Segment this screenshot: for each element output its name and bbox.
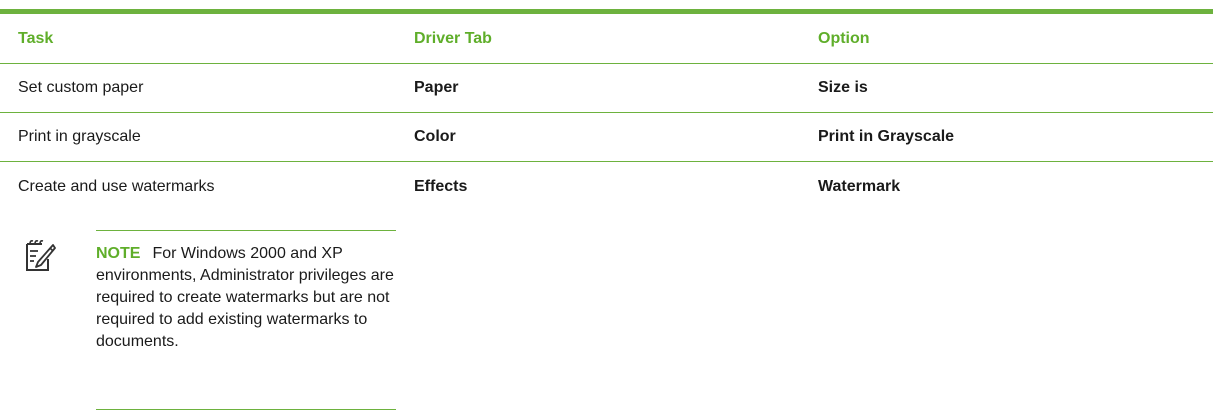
cell-option: Size is — [818, 79, 868, 96]
note-body: For Windows 2000 and XP environments, Ad… — [96, 245, 394, 350]
table-row: Print in grayscale Color Print in Graysc… — [0, 113, 1213, 162]
note-box: NOTE For Windows 2000 and XP environments… — [96, 230, 396, 410]
note-callout: NOTE For Windows 2000 and XP environments… — [24, 230, 414, 410]
header-task: Task — [18, 29, 54, 47]
cell-driver-tab: Paper — [414, 79, 459, 96]
note-text: NOTE For Windows 2000 and XP environments… — [96, 243, 396, 353]
note-label: NOTE — [96, 245, 141, 262]
table-row: Create and use watermarks Effects Waterm… — [0, 162, 1213, 211]
cell-task: Print in grayscale — [18, 128, 141, 145]
cell-driver-tab: Color — [414, 128, 456, 145]
cell-task: Create and use watermarks — [18, 177, 215, 195]
cell-task: Set custom paper — [18, 79, 144, 96]
cell-option: Print in Grayscale — [818, 128, 955, 145]
driver-tasks-table: Task Driver Tab Option Set custom paper … — [0, 9, 1213, 211]
note-pencil-icon — [24, 239, 56, 273]
cell-option: Watermark — [818, 177, 901, 195]
table-row: Set custom paper Paper Size is — [0, 64, 1213, 113]
header-option: Option — [818, 29, 870, 47]
header-driver-tab: Driver Tab — [414, 29, 492, 47]
table-header-row: Task Driver Tab Option — [0, 14, 1213, 64]
cell-driver-tab: Effects — [414, 177, 468, 195]
